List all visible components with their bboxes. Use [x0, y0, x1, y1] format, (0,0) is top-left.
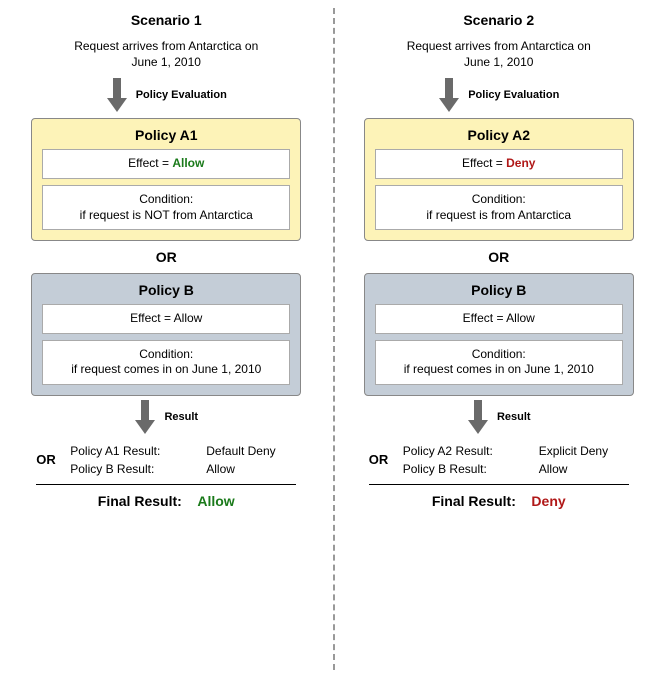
policy-b-effect-2: Effect = Allow	[375, 304, 623, 334]
results-or-2: OR	[369, 452, 403, 467]
policy-a1-condition: Condition:if request is NOT from Antarct…	[42, 185, 290, 230]
results-divider-1	[36, 484, 296, 485]
results-block-2: OR Policy A2 Result: Explicit Deny Polic…	[369, 442, 629, 509]
result-b2-label: Policy B Result:	[403, 462, 539, 476]
policy-a2-box: Policy A2 Effect = Deny Condition:if req…	[364, 118, 634, 241]
policy-a2-condition: Condition:if request is from Antarctica	[375, 185, 623, 230]
scenario-2: Scenario 2 Request arrives from Antarcti…	[333, 0, 665, 678]
scenario-1-title: Scenario 1	[131, 12, 202, 28]
result-label-2: Result	[497, 411, 531, 423]
policy-b-box-1: Policy B Effect = Allow Condition:if req…	[31, 273, 301, 396]
scenario-1-request: Request arrives from Antarctica onJune 1…	[74, 38, 258, 70]
policy-a1-box: Policy A1 Effect = Allow Condition:if re…	[31, 118, 301, 241]
result-a2-value: Explicit Deny	[539, 444, 629, 458]
scenario-1-eval-arrow: Policy Evaluation	[106, 76, 227, 114]
scenario-1-result-arrow: Result	[134, 398, 198, 436]
policy-b-effect-1: Effect = Allow	[42, 304, 290, 334]
or-label-2: OR	[488, 249, 509, 265]
arrow-down-icon	[106, 76, 128, 114]
results-block-1: OR Policy A1 Result: Default Deny Policy…	[36, 442, 296, 509]
policy-b-box-2: Policy B Effect = Allow Condition:if req…	[364, 273, 634, 396]
final-value-1: Allow	[197, 493, 234, 509]
result-a1-value: Default Deny	[206, 444, 296, 458]
result-label-1: Result	[164, 411, 198, 423]
scenario-2-eval-arrow: Policy Evaluation	[438, 76, 559, 114]
arrow-down-icon	[438, 76, 460, 114]
policy-a2-title: Policy A2	[375, 127, 623, 143]
result-a2-label: Policy A2 Result:	[403, 444, 539, 458]
results-divider-2	[369, 484, 629, 485]
scenario-2-result-arrow: Result	[467, 398, 531, 436]
eval-label-2: Policy Evaluation	[468, 89, 559, 101]
result-a1-label: Policy A1 Result:	[70, 444, 206, 458]
or-label-1: OR	[156, 249, 177, 265]
eval-label: Policy Evaluation	[136, 89, 227, 101]
scenario-2-request: Request arrives from Antarctica onJune 1…	[407, 38, 591, 70]
policy-b-title-2: Policy B	[375, 282, 623, 298]
policy-a2-effect: Effect = Deny	[375, 149, 623, 179]
policy-b-condition-2: Condition:if request comes in on June 1,…	[375, 340, 623, 385]
policy-a1-title: Policy A1	[42, 127, 290, 143]
policy-a1-effect: Effect = Allow	[42, 149, 290, 179]
final-row-1: Final Result: Allow	[36, 493, 296, 509]
vertical-divider	[333, 8, 335, 670]
scenario-2-title: Scenario 2	[463, 12, 534, 28]
scenario-1: Scenario 1 Request arrives from Antarcti…	[0, 0, 333, 678]
arrow-down-icon	[467, 398, 489, 436]
results-or-1: OR	[36, 452, 70, 467]
arrow-down-icon	[134, 398, 156, 436]
result-b1-label: Policy B Result:	[70, 462, 206, 476]
final-row-2: Final Result: Deny	[369, 493, 629, 509]
result-b2-value: Allow	[539, 462, 629, 476]
final-value-2: Deny	[531, 493, 565, 509]
result-b1-value: Allow	[206, 462, 296, 476]
policy-b-condition-1: Condition:if request comes in on June 1,…	[42, 340, 290, 385]
policy-b-title-1: Policy B	[42, 282, 290, 298]
